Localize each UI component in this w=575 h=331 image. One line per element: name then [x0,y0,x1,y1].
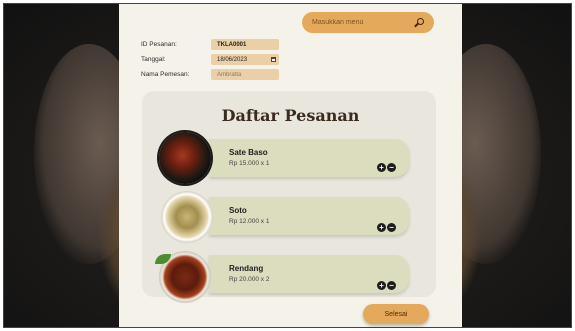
customer-name-label: Nama Pemesan: [141,71,190,78]
add-button[interactable]: + [377,223,386,232]
item-price: Rp 15.000 x 1 [229,160,270,167]
order-item-sate-baso: Sate Baso Rp 15.000 x 1 + − [209,139,409,177]
date-value: 18/06/2023 [217,56,248,63]
remove-button[interactable]: − [387,281,396,290]
date-field[interactable]: 18/06/2023 [211,54,279,65]
item-name: Rendang [229,264,264,273]
remove-button[interactable]: − [387,223,396,232]
sate-dish-image [159,132,211,184]
item-name: Soto [229,206,247,215]
customer-name-field[interactable]: Ambratta [211,69,279,80]
order-id-field[interactable]: TKLA0001 [211,39,279,50]
customer-name-placeholder: Ambratta [217,71,242,78]
add-button[interactable]: + [377,163,386,172]
done-button[interactable]: Selesai [363,304,429,324]
order-item-soto: Soto Rp 12.000 x 1 + − [209,197,409,235]
item-price: Rp 12.000 x 1 [229,218,270,225]
soto-dish-image [161,191,213,243]
calendar-icon[interactable] [271,57,276,62]
search-input[interactable] [312,19,414,26]
order-id-value: TKLA0001 [217,41,247,48]
order-list-title: Daftar Pesanan [221,106,360,125]
item-name: Sate Baso [229,148,268,157]
item-price: Rp 20.000 x 2 [229,276,270,283]
order-item-rendang: Rendang Rp 20.000 x 2 + − [209,255,409,293]
search-bar[interactable] [302,12,434,33]
add-button[interactable]: + [377,281,386,290]
search-icon[interactable] [414,17,424,28]
date-label: Tanggal: [141,56,166,63]
remove-button[interactable]: − [387,163,396,172]
order-panel: ID Pesanan: TKLA0001 Tanggal: 18/06/2023… [119,4,462,327]
order-id-label: ID Pesanan: [141,41,177,48]
